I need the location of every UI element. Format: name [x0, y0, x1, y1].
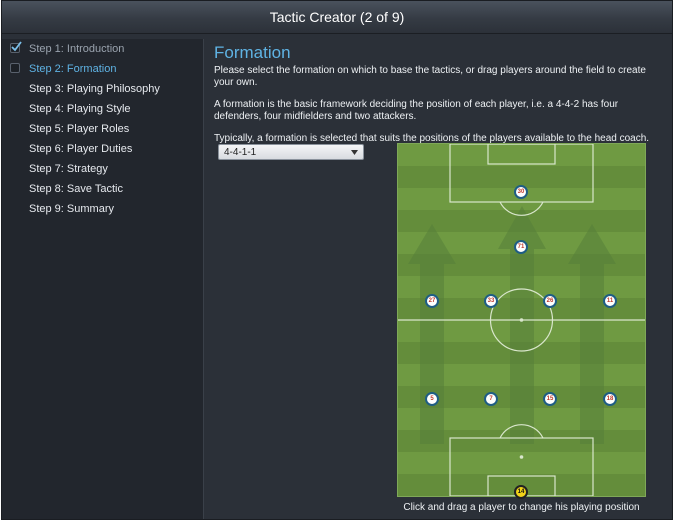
- player-marker-right-back[interactable]: 18: [603, 392, 617, 406]
- sidebar-step-label: Step 1: Introduction: [29, 43, 125, 55]
- player-marker-left-midfielder[interactable]: 27: [425, 294, 439, 308]
- player-marker-striker[interactable]: 30: [514, 185, 528, 199]
- sidebar-step-label: Step 3: Playing Philosophy: [29, 83, 160, 95]
- tactic-creator-window: Tactic Creator (2 of 9) Step 1: Introduc…: [1, 0, 673, 520]
- sidebar-step-label: Step 9: Summary: [29, 203, 114, 215]
- player-marker-central-midfielder[interactable]: 33: [484, 294, 498, 308]
- main-panel: Formation Please select the formation on…: [214, 39, 666, 513]
- page-title: Formation: [214, 43, 291, 62]
- formation-dropdown[interactable]: 4-4-1-1: [218, 144, 364, 160]
- player-marker-left-back[interactable]: 5: [425, 392, 439, 406]
- sidebar-step-4[interactable]: Step 4: Playing Style: [2, 99, 203, 119]
- steps-sidebar: Step 1: Introduction Step 2: Formation Ste…: [2, 39, 204, 519]
- sidebar-step-label: Step 5: Player Roles: [29, 123, 130, 135]
- sidebar-step-label: Step 7: Strategy: [29, 163, 108, 175]
- steps-list: Step 1: Introduction Step 2: Formation Ste…: [2, 39, 203, 219]
- football-pitch[interactable]: 30 71 27 33 26 11 5 7 15 18 14: [397, 143, 646, 499]
- player-marker-right-midfielder[interactable]: 11: [603, 294, 617, 308]
- chevron-down-icon: [351, 150, 358, 155]
- sidebar-step-2[interactable]: Step 2: Formation: [2, 59, 203, 79]
- player-marker-attacking-midfielder[interactable]: 71: [514, 240, 528, 254]
- sidebar-step-8[interactable]: Step 8: Save Tactic: [2, 179, 203, 199]
- player-marker-goalkeeper[interactable]: 14: [514, 485, 528, 499]
- sidebar-step-label: Step 8: Save Tactic: [29, 183, 123, 195]
- attack-arrows: [408, 206, 616, 444]
- window-title: Tactic Creator (2 of 9): [269, 9, 405, 25]
- intro-text: Please select the formation on which to …: [214, 65, 646, 88]
- sidebar-step-5[interactable]: Step 5: Player Roles: [2, 119, 203, 139]
- sidebar-step-label: Step 4: Playing Style: [29, 103, 131, 115]
- player-marker-central-midfielder[interactable]: 26: [543, 294, 557, 308]
- sidebar-step-6[interactable]: Step 6: Player Duties: [2, 139, 203, 159]
- checkbox-empty-icon: [10, 63, 20, 73]
- title-bar: Tactic Creator (2 of 9): [2, 1, 672, 34]
- sidebar-step-1[interactable]: Step 1: Introduction: [2, 39, 203, 59]
- explanation-text: A formation is the basic framework decid…: [214, 99, 619, 122]
- sidebar-step-7[interactable]: Step 7: Strategy: [2, 159, 203, 179]
- formation-dropdown-value: 4-4-1-1: [224, 146, 257, 158]
- player-marker-centre-back[interactable]: 7: [484, 392, 498, 406]
- pitch-caption: Click and drag a player to change his pl…: [403, 502, 640, 513]
- sidebar-step-9[interactable]: Step 9: Summary: [2, 199, 203, 219]
- sidebar-step-label: Step 2: Formation: [29, 63, 117, 75]
- player-marker-centre-back[interactable]: 15: [543, 392, 557, 406]
- checkbox-checked-icon: [10, 41, 22, 53]
- sidebar-step-label: Step 6: Player Duties: [29, 143, 133, 155]
- sidebar-step-3[interactable]: Step 3: Playing Philosophy: [2, 79, 203, 99]
